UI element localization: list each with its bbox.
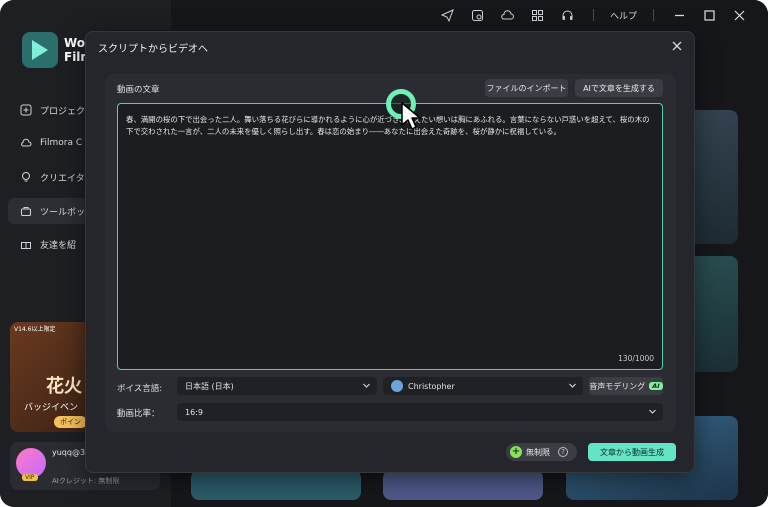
- plus-icon: +: [510, 446, 522, 458]
- project-icon[interactable]: [463, 0, 493, 30]
- voice-avatar: [391, 380, 403, 392]
- send-icon[interactable]: [433, 0, 463, 30]
- minimize-icon[interactable]: [664, 0, 694, 30]
- grid-icon[interactable]: [523, 0, 553, 30]
- app-window: Wo Film プロジェク Filmora C クリエイタ ツールボッ 友達を紹…: [0, 0, 768, 507]
- toolbox-icon: [21, 207, 31, 216]
- script-textarea[interactable]: 春、満開の桜の下で出会った二人。舞い落ちる花びらに導かれるように心が近づき、伝え…: [117, 103, 663, 370]
- import-file-button[interactable]: ファイルのインポート: [485, 79, 568, 97]
- sidebar-item-label: ツールボッ: [40, 207, 86, 218]
- unlimited-label: 無制限: [526, 447, 550, 457]
- voice-modeling-label: 音声モデリング: [589, 381, 646, 391]
- close-window-icon[interactable]: [724, 0, 754, 30]
- divider: [653, 9, 654, 21]
- section-label: 動画の文章: [117, 85, 160, 95]
- filmora-logo: [22, 32, 58, 68]
- voice-select[interactable]: Christopher: [383, 377, 583, 395]
- sidebar-item-label: プロジェク: [40, 106, 86, 117]
- dialog-title: スクリプトからビデオへ: [98, 44, 208, 55]
- chevron-down-icon: [363, 383, 370, 388]
- ai-generate-text-button[interactable]: AIで文章を生成する: [575, 79, 663, 97]
- top-toolbar: ヘルプ: [171, 0, 768, 30]
- promo-tag: V14.6以上限定: [14, 326, 56, 333]
- promo-title: 花火: [46, 376, 82, 397]
- template-thumbnail[interactable]: [383, 470, 543, 500]
- promo-button[interactable]: ポイン: [54, 416, 87, 428]
- maximize-icon[interactable]: [694, 0, 724, 30]
- chevron-down-icon: [569, 383, 576, 388]
- cloud-icon: [21, 138, 32, 147]
- bulb-icon: [22, 172, 30, 182]
- help-circle-icon[interactable]: ?: [558, 447, 568, 457]
- mouse-pointer-icon: [401, 102, 421, 130]
- cloud-icon[interactable]: [493, 0, 523, 30]
- aspect-ratio-label: 動画比率：: [117, 409, 160, 419]
- script-panel: 動画の文章 ファイルのインポート AIで文章を生成する 春、満開の桜の下で出会っ…: [105, 74, 676, 432]
- sidebar-item-label: Filmora C: [40, 138, 83, 148]
- voice-language-label: ボイス言語:: [117, 384, 163, 394]
- unlimited-credit-badge[interactable]: + 無制限 ?: [506, 443, 577, 461]
- promo-subtitle: バッジイベン: [24, 403, 79, 413]
- sidebar-item-label: 友達を紹: [40, 240, 77, 251]
- chevron-down-icon: [649, 409, 656, 414]
- voice-name: Christopher: [408, 381, 455, 391]
- headset-icon[interactable]: [553, 0, 583, 30]
- voice-language-value: 日本語 (日本): [185, 381, 234, 391]
- aspect-ratio-value: 16:9: [185, 407, 203, 417]
- voice-language-select[interactable]: 日本語 (日本): [177, 377, 377, 395]
- voice-modeling-button[interactable]: 音声モデリング AI: [589, 377, 663, 395]
- help-menu[interactable]: ヘルプ: [604, 9, 643, 22]
- template-thumbnail[interactable]: [191, 470, 361, 500]
- create-video-button[interactable]: 文章から動画生成: [588, 443, 676, 461]
- ai-badge: AI: [649, 382, 663, 390]
- plus-square-icon: [20, 104, 32, 116]
- vip-badge: VIP: [22, 474, 38, 481]
- aspect-ratio-select[interactable]: 16:9: [177, 403, 663, 421]
- sidebar-item-label: クリエイタ: [40, 173, 85, 184]
- script-text: 春、満開の桜の下で出会った二人。舞い落ちる花びらに導かれるように心が近づき、伝え…: [126, 115, 650, 136]
- divider: [592, 9, 594, 21]
- close-icon[interactable]: [670, 39, 684, 53]
- char-count: 130/1000: [618, 354, 654, 363]
- gift-icon: [21, 242, 31, 249]
- ai-credit: AIクレジット: 無制限: [52, 477, 120, 485]
